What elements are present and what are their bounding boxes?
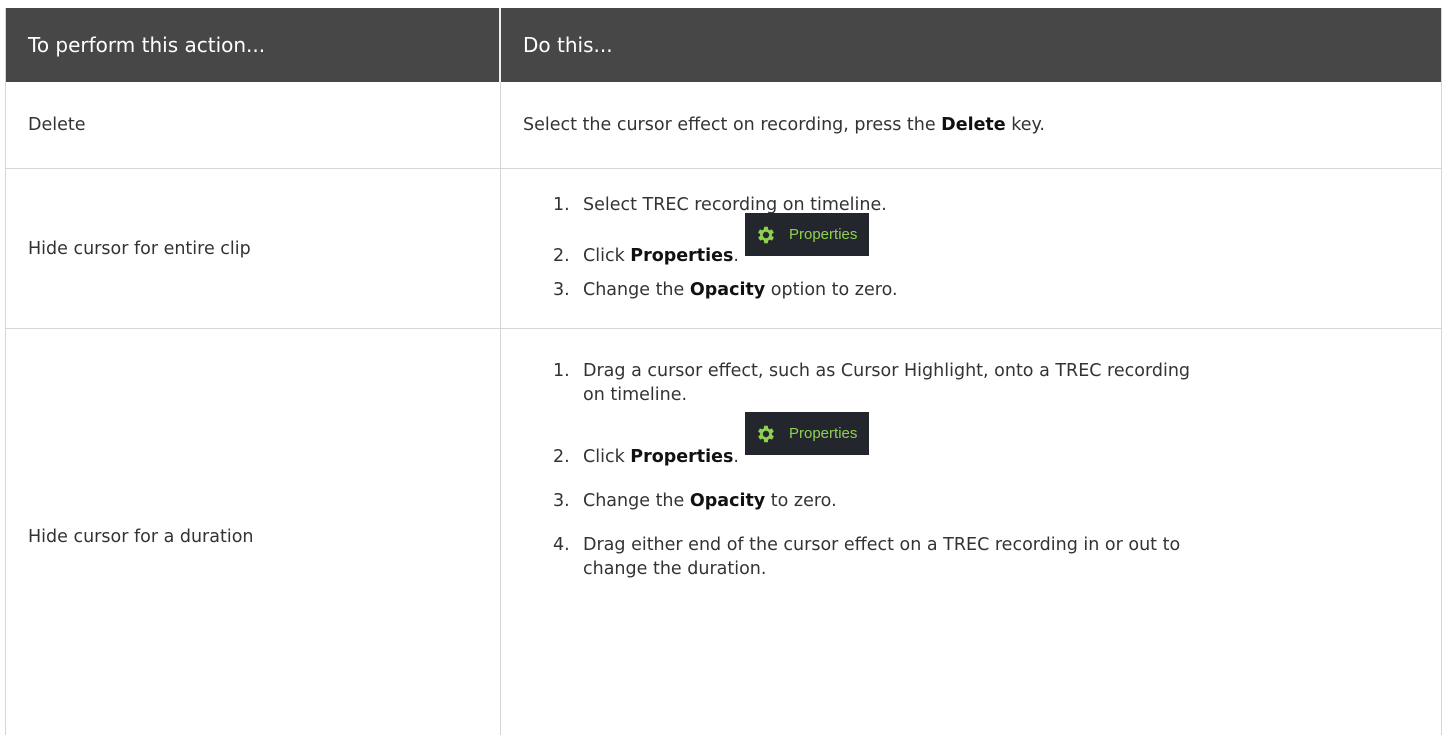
action-cell: Hide cursor for entire clip <box>6 169 501 328</box>
properties-button-label: Properties <box>789 424 858 442</box>
step-text-continued: on timeline. <box>583 385 688 405</box>
step-text-end: . <box>733 246 739 266</box>
ui-term: Properties <box>630 246 734 266</box>
step-text: Click <box>583 447 631 467</box>
step-number: 1. <box>553 361 570 381</box>
step-text: Change the <box>583 280 690 300</box>
step-text: Drag a cursor effect, such as Cursor Hig… <box>583 361 1191 381</box>
step-number: 3. <box>553 280 570 300</box>
step-number: 4. <box>553 535 570 555</box>
step-number: 2. <box>553 246 570 266</box>
list-item: 1. Select TREC recording on timeline. <box>523 193 1441 217</box>
list-item: 3. Change the Opacity to zero. <box>523 489 1441 513</box>
table-row: Hide cursor for a duration 1. Drag a cur… <box>6 329 1441 735</box>
ui-term: Opacity <box>689 280 766 300</box>
list-item: 4. Drag either end of the cursor effect … <box>523 533 1441 581</box>
header-instruction-column: Do this... <box>523 33 613 57</box>
step-text: Change the <box>583 491 690 511</box>
step-text-end: . <box>733 447 739 467</box>
step-text-continued: change the duration. <box>583 559 767 579</box>
gear-icon <box>758 226 774 243</box>
instruction-cell: 1. Select TREC recording on timeline. 2.… <box>501 169 1441 328</box>
step-number: 3. <box>553 491 570 511</box>
step-list: 1. Drag a cursor effect, such as Cursor … <box>523 359 1441 581</box>
action-table: To perform this action... Do this... Del… <box>5 8 1442 735</box>
gear-icon <box>758 425 774 442</box>
list-item: 2. Click Properties. Properties <box>523 412 1441 469</box>
instruction-text-end: key. <box>1005 115 1045 135</box>
step-text: Select TREC recording on timeline. <box>583 195 887 215</box>
table-row: Delete Select the cursor effect on recor… <box>6 82 1441 169</box>
table-header: To perform this action... Do this... <box>6 8 1441 82</box>
step-text: Click <box>583 246 631 266</box>
step-list: 1. Select TREC recording on timeline. 2.… <box>523 193 1441 302</box>
action-cell: Hide cursor for a duration <box>6 329 501 735</box>
step-text: Drag either end of the cursor effect on … <box>583 535 1181 555</box>
list-item: 2. Click Properties. Properties <box>523 213 1441 268</box>
step-number: 1. <box>553 195 570 215</box>
header-action-column: To perform this action... <box>6 8 501 82</box>
table-row: Hide cursor for entire clip 1. Select TR… <box>6 169 1441 329</box>
list-item: 1. Drag a cursor effect, such as Cursor … <box>523 359 1441 407</box>
step-text-end: to zero. <box>765 491 837 511</box>
list-item: 3. Change the Opacity option to zero. <box>523 278 1441 302</box>
instruction-cell: 1. Drag a cursor effect, such as Cursor … <box>501 329 1441 735</box>
properties-button[interactable]: Properties <box>745 213 870 256</box>
instruction-cell: Select the cursor effect on recording, p… <box>501 82 1441 168</box>
step-text-end: option to zero. <box>765 280 898 300</box>
instruction-text: Select the cursor effect on recording, p… <box>523 115 942 135</box>
ui-term: Properties <box>630 447 734 467</box>
ui-term: Opacity <box>689 491 766 511</box>
key-name: Delete <box>941 115 1006 135</box>
action-cell: Delete <box>6 82 501 168</box>
step-number: 2. <box>553 447 570 467</box>
properties-button-label: Properties <box>789 225 858 243</box>
properties-button[interactable]: Properties <box>745 412 870 455</box>
